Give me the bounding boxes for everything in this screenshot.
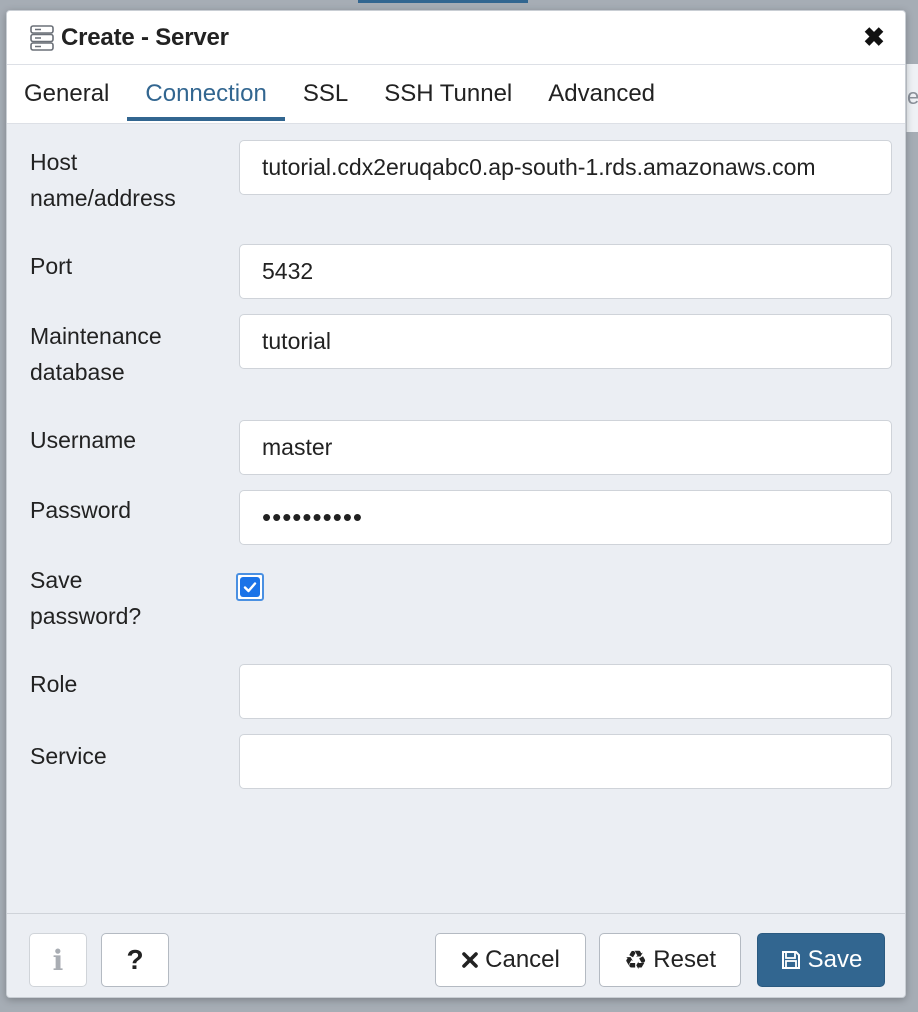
floppy-disk-icon bbox=[780, 949, 802, 971]
tab-advanced[interactable]: Advanced bbox=[530, 65, 673, 123]
save-password-label: Save password? bbox=[30, 567, 142, 629]
server-icon bbox=[29, 24, 55, 52]
tab-bar: General Connection SSL SSH Tunnel Advanc… bbox=[7, 65, 905, 124]
service-input[interactable] bbox=[239, 734, 892, 789]
host-label: Host name/address bbox=[30, 149, 176, 211]
backdrop-peek-text: e bbox=[907, 84, 918, 110]
dialog-footer: i ? Cancel ♻ Reset Save bbox=[7, 913, 905, 997]
backdrop-panel-edge: e bbox=[906, 64, 918, 132]
host-input[interactable] bbox=[239, 140, 892, 195]
question-icon: ? bbox=[126, 944, 144, 975]
maintenance-database-input[interactable] bbox=[239, 314, 892, 369]
dialog-title: Create - Server bbox=[61, 23, 229, 51]
tab-general[interactable]: General bbox=[7, 65, 127, 123]
tab-ssl[interactable]: SSL bbox=[285, 65, 366, 123]
cancel-button[interactable]: Cancel bbox=[435, 933, 586, 987]
maintenance-database-label: Maintenance database bbox=[30, 323, 162, 385]
close-icon[interactable]: ✖ bbox=[861, 23, 887, 51]
role-label: Role bbox=[30, 671, 78, 697]
info-icon: i bbox=[52, 943, 64, 977]
username-label: Username bbox=[30, 427, 137, 453]
reset-button[interactable]: ♻ Reset bbox=[599, 933, 741, 987]
checkmark-icon bbox=[240, 577, 260, 597]
service-label: Service bbox=[30, 743, 107, 769]
save-label: Save bbox=[807, 946, 863, 973]
dialog-titlebar: Create - Server ✖ bbox=[7, 11, 905, 65]
port-input[interactable] bbox=[239, 244, 892, 299]
help-button[interactable]: ? bbox=[101, 933, 169, 987]
password-input[interactable] bbox=[239, 490, 892, 545]
tab-connection[interactable]: Connection bbox=[127, 65, 286, 123]
save-password-checkbox[interactable] bbox=[236, 573, 264, 601]
close-icon bbox=[461, 951, 479, 969]
create-server-dialog: Create - Server ✖ General Connection SSL… bbox=[6, 10, 906, 998]
username-input[interactable] bbox=[239, 420, 892, 475]
password-label: Password bbox=[30, 497, 131, 523]
role-input[interactable] bbox=[239, 664, 892, 719]
info-button[interactable]: i bbox=[29, 933, 87, 987]
recycle-icon: ♻ bbox=[623, 944, 648, 975]
port-label: Port bbox=[30, 253, 73, 279]
cancel-label: Cancel bbox=[485, 946, 560, 973]
backdrop-accent-stripe bbox=[358, 0, 528, 3]
reset-label: Reset bbox=[653, 946, 716, 973]
save-button[interactable]: Save bbox=[757, 933, 885, 987]
tab-ssh-tunnel[interactable]: SSH Tunnel bbox=[366, 65, 530, 123]
